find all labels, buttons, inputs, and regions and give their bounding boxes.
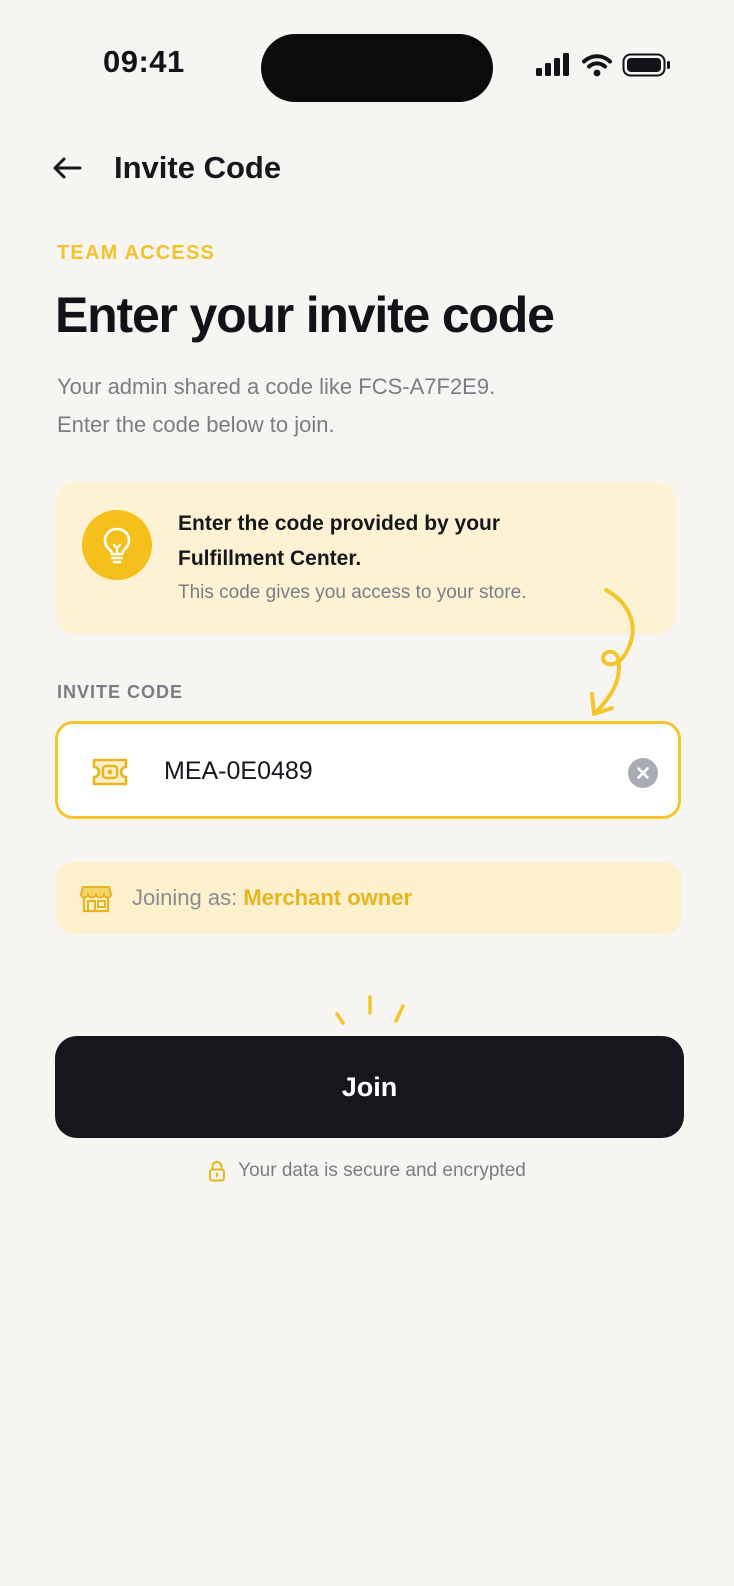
clear-icon xyxy=(637,767,649,779)
wifi-icon xyxy=(582,54,612,77)
store-icon xyxy=(80,886,112,913)
battery-icon xyxy=(622,53,670,77)
subtitle: Your admin shared a code like FCS-A7F2E9… xyxy=(57,368,657,444)
back-button[interactable] xyxy=(52,151,86,185)
signal-icon xyxy=(536,53,569,76)
status-bar: 09:41 xyxy=(0,0,734,130)
role-text: Joining as: Merchant owner xyxy=(132,885,412,911)
header: Invite Code xyxy=(52,146,281,190)
secure-note: Your data is secure and encrypted xyxy=(0,1160,734,1182)
clear-button[interactable] xyxy=(628,758,658,788)
eyebrow-label: TEAM ACCESS xyxy=(57,242,216,264)
invite-code-field[interactable] xyxy=(55,721,681,819)
lock-icon xyxy=(209,1160,226,1182)
invite-code-label: INVITE CODE xyxy=(57,682,184,702)
subtitle-line-1: Your admin shared a code like FCS-A7F2E9… xyxy=(57,374,496,399)
status-time: 09:41 xyxy=(103,44,185,79)
role-prefix: Joining as: xyxy=(132,885,238,910)
info-icon-circle xyxy=(82,510,152,580)
info-card-title-line-1: Enter the code provided by your xyxy=(178,512,501,535)
invite-code-input[interactable] xyxy=(164,748,594,794)
role-banner: Joining as: Merchant owner xyxy=(56,862,682,934)
role-value: Merchant owner xyxy=(243,885,413,910)
header-title: Invite Code xyxy=(114,150,282,185)
sparkle-icon xyxy=(335,995,405,1025)
ticket-icon xyxy=(92,758,128,786)
info-card-subtitle: This code gives you access to your store… xyxy=(178,582,527,603)
arrow-left-icon xyxy=(53,157,82,179)
invite-code-screen: 09:41 Invite Code TEAM ACCESS Enter your… xyxy=(0,0,734,1586)
join-button[interactable]: Join xyxy=(55,1036,684,1138)
status-icons xyxy=(536,50,672,80)
dynamic-island xyxy=(261,34,493,102)
lightbulb-icon xyxy=(103,527,131,564)
info-card-title-line-2: Fulfillment Center. xyxy=(178,547,362,570)
arrow-doodle-icon xyxy=(590,588,635,716)
page-title: Enter your invite code xyxy=(55,287,555,343)
info-card-title: Enter the code provided by your Fulfillm… xyxy=(178,506,598,576)
subtitle-line-2: Enter the code below to join. xyxy=(57,412,335,437)
secure-note-text: Your data is secure and encrypted xyxy=(238,1160,526,1181)
